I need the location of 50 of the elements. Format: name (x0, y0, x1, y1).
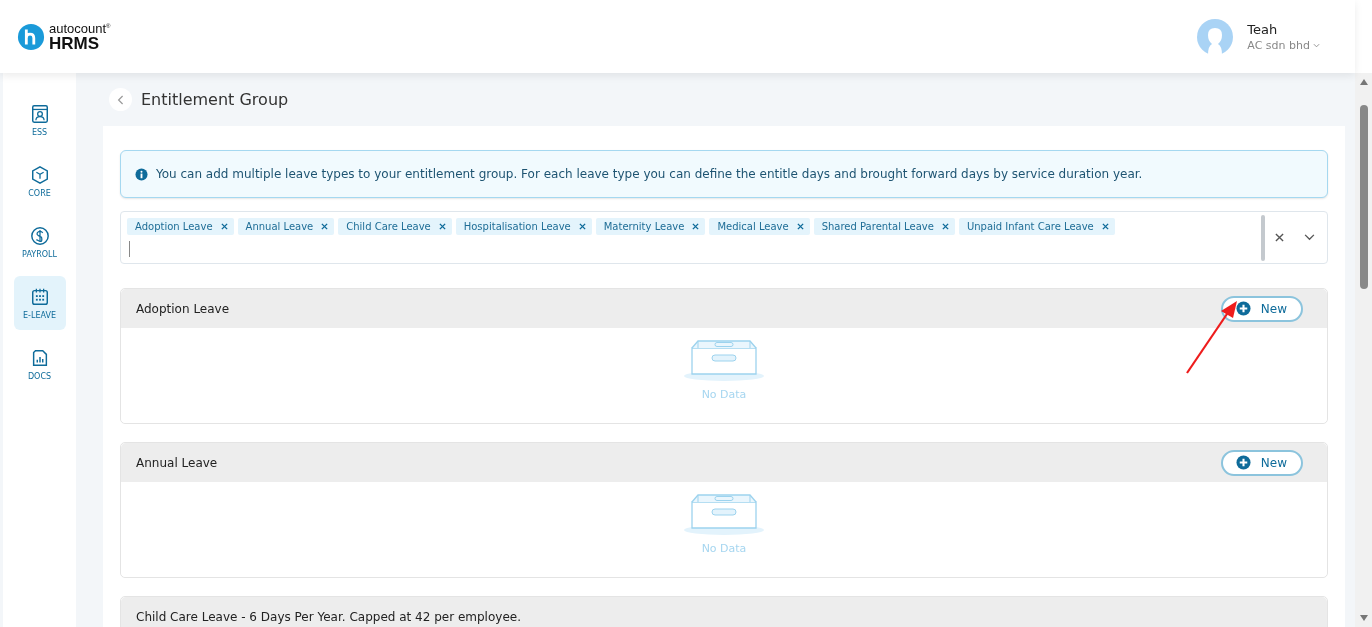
text-cursor (129, 241, 130, 257)
leave-type-select[interactable]: Adoption Leave Annual Leave Child Care Leave Hospitalisation Leave Maternity Leave Medical Leave Shared Parental Leave Unpaid Infant Care Leave (120, 211, 1328, 264)
plus-icon[interactable] (1235, 455, 1251, 470)
remove-icon[interactable] (692, 223, 700, 230)
plus-icon[interactable] (1235, 301, 1251, 316)
company-name[interactable]: AC sdn bhd (1247, 38, 1310, 52)
logo-text: HRMS (49, 34, 101, 52)
tag-label: Medical Leave (717, 221, 789, 232)
tag-label: Unpaid Infant Care Leave (966, 221, 1094, 232)
scroll-up-icon[interactable] (1359, 79, 1368, 85)
remove-icon[interactable] (1101, 223, 1109, 230)
section-title: Annual Leave (136, 455, 218, 470)
empty-text: No Data (701, 388, 747, 401)
cube-icon (29, 164, 50, 185)
sidebar-item[interactable]: ESS (13, 93, 66, 147)
sidebar-item[interactable]: CORE (13, 154, 66, 208)
logo-text: autocount$^{®}$ (49, 21, 111, 35)
new-button[interactable]: New (1220, 449, 1303, 476)
user-name: Teah (1247, 21, 1279, 37)
tag-label: Shared Parental Leave (821, 221, 934, 232)
scrollbar[interactable] (1355, 73, 1372, 627)
tag-label: Child Care Leave (346, 221, 431, 232)
new-button[interactable]: New (1220, 295, 1303, 322)
sidebar-item[interactable]: DOCS (13, 337, 66, 391)
page-title: Entitlement Group (141, 90, 289, 109)
calendar-icon (29, 286, 50, 307)
info-icon (135, 167, 148, 181)
empty-text: No Data (701, 542, 747, 555)
dollar-icon (29, 225, 50, 246)
remove-icon[interactable] (321, 223, 329, 230)
chevron-down-icon[interactable] (1304, 234, 1315, 241)
remove-icon[interactable] (220, 223, 228, 230)
section-title: Child Care Leave - 6 Days Per Year. Capped at 42 per employee. (136, 609, 521, 624)
sidebar-item[interactable]: PAYROLL (13, 215, 66, 269)
tag-label: Adoption Leave (135, 221, 213, 232)
scroll-thumb[interactable] (1359, 105, 1368, 289)
tag-label: Annual Leave (245, 221, 314, 232)
remove-icon[interactable] (438, 223, 446, 230)
remove-icon[interactable] (578, 223, 586, 230)
scroll-down-icon[interactable] (1359, 615, 1368, 621)
section-title: Adoption Leave (136, 301, 230, 316)
logo-icon (17, 22, 45, 51)
info-text: You can add multiple leave types to your entitlement group. For each leave type you can define the entitle days and brought forward days by service duration year. (156, 167, 1143, 181)
remove-icon[interactable] (796, 223, 804, 230)
id-card-icon (29, 103, 50, 124)
tag-label: Hospitalisation Leave (463, 221, 571, 232)
tag-label: Maternity Leave (603, 221, 685, 232)
sidebar-item[interactable]: E-LEAVE (13, 276, 66, 330)
remove-icon[interactable] (941, 223, 949, 230)
clear-icon[interactable] (1275, 233, 1284, 242)
